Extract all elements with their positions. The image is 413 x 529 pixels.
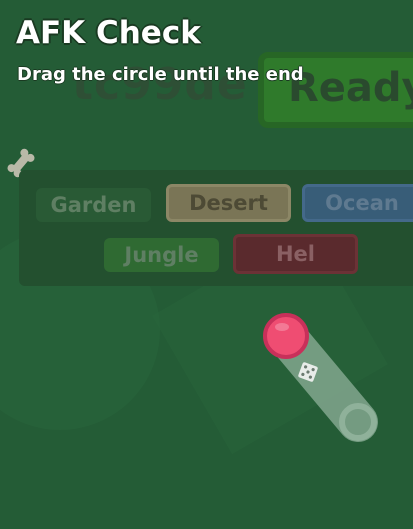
- afk-check-instructions: Drag the circle until the end: [17, 64, 304, 85]
- ready-button-label: Ready: [288, 65, 413, 111]
- biome-garden-button: Garden: [36, 188, 151, 222]
- biome-desert-button: Desert: [166, 184, 291, 222]
- afk-check-title: AFK Check: [16, 15, 201, 51]
- drag-circle-handle[interactable]: [263, 313, 309, 359]
- biome-ocean-button: Ocean: [302, 184, 413, 222]
- biome-hel-button: Hel: [233, 234, 358, 274]
- drag-end-target: [339, 403, 377, 441]
- biome-jungle-button: Jungle: [104, 238, 219, 272]
- handle-highlight: [275, 323, 289, 331]
- game-stage: tc99de Ready Garden Desert Ocean Jungle …: [0, 0, 413, 529]
